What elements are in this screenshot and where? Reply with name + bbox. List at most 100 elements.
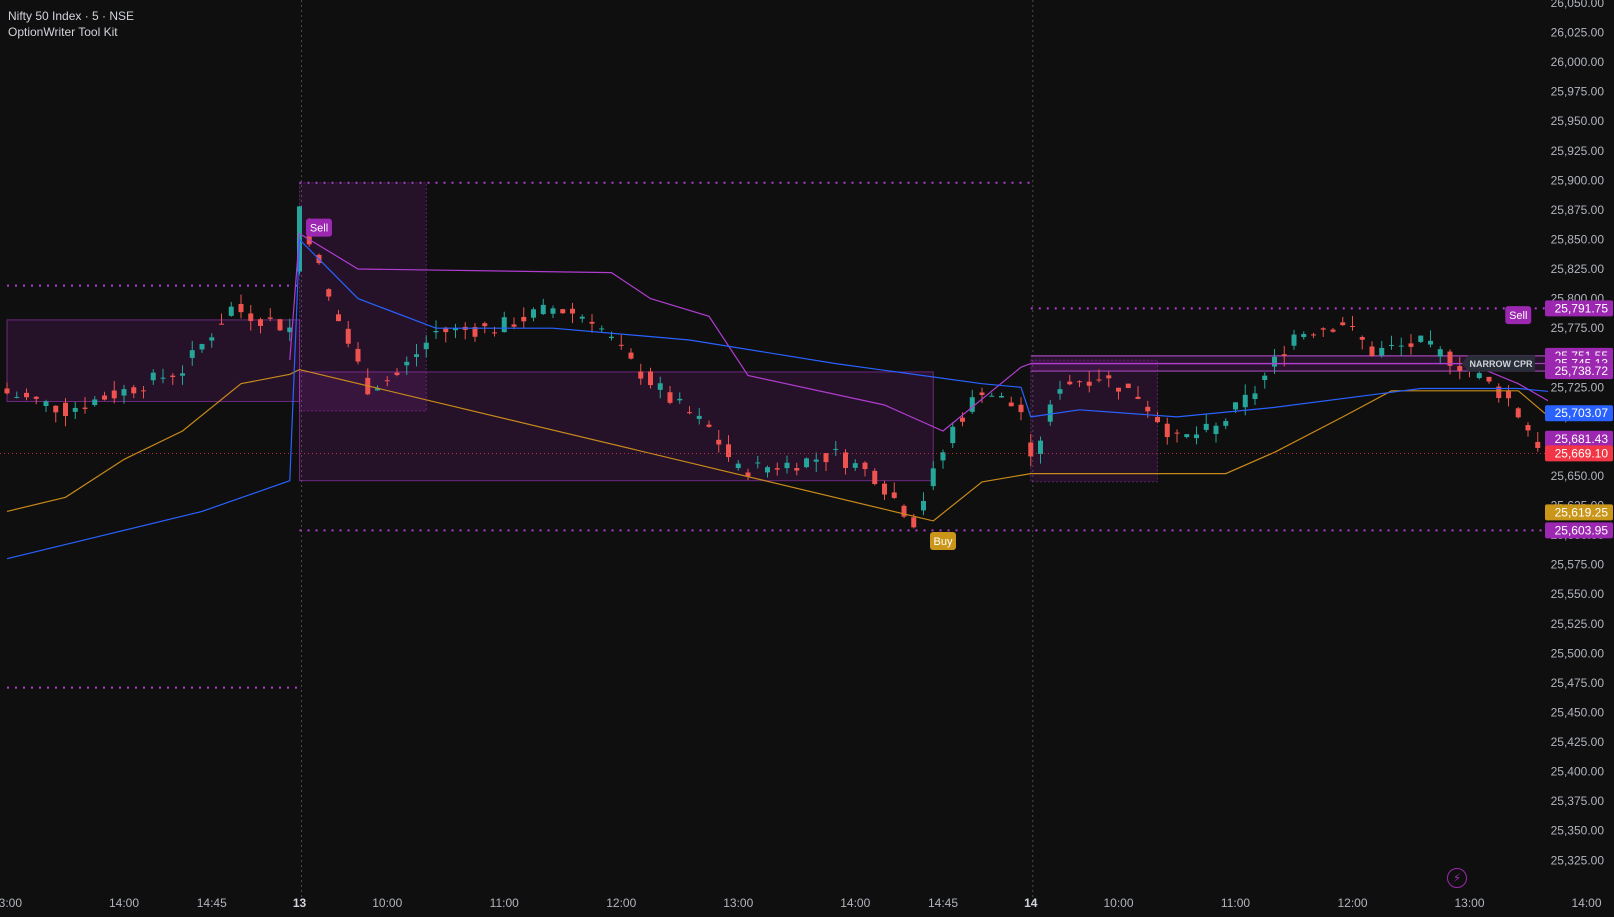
x-tick-label: 14:00 xyxy=(109,896,139,910)
candle-body xyxy=(248,313,254,321)
candle-body xyxy=(862,462,868,470)
chart-legend: Nifty 50 Index · 5 · NSE OptionWriter To… xyxy=(8,8,134,40)
candle-body xyxy=(657,383,663,390)
candle-body xyxy=(1457,366,1463,371)
y-tick-label: 25,550.00 xyxy=(1551,587,1605,601)
candle-body xyxy=(24,392,29,398)
price-tag: 25,619.25 xyxy=(1545,504,1613,521)
candle-body xyxy=(1418,335,1424,342)
candle-body xyxy=(1486,376,1492,382)
candle-body xyxy=(404,361,410,366)
candle-body xyxy=(1252,393,1258,400)
candle-body xyxy=(726,444,731,458)
candle-body xyxy=(1184,434,1190,438)
signal-label: Sell xyxy=(310,223,328,235)
candle-body xyxy=(1018,404,1024,413)
candle-body xyxy=(14,396,20,398)
candle-body xyxy=(716,439,722,445)
candle-body xyxy=(891,492,897,498)
range-box xyxy=(6,319,300,402)
candle-body xyxy=(794,468,800,471)
candle-body xyxy=(609,336,614,338)
candle-body xyxy=(599,328,605,330)
y-tick-label: 25,325.00 xyxy=(1551,853,1605,867)
candle-body xyxy=(1408,343,1414,347)
candle-body xyxy=(979,392,985,396)
price-tag-label: 25,791.75 xyxy=(1555,301,1609,315)
price-tag-label: 25,681.43 xyxy=(1555,432,1609,446)
candle-body xyxy=(1164,423,1170,438)
narrow-cpr-text: NARROW CPR xyxy=(1470,359,1533,369)
y-tick-label: 25,350.00 xyxy=(1551,824,1605,838)
candle-body xyxy=(1535,441,1541,448)
candle-body xyxy=(1067,381,1073,385)
candle-body xyxy=(813,459,819,462)
candle-body xyxy=(170,375,176,378)
candle-body xyxy=(72,407,78,412)
candle-body xyxy=(774,468,780,470)
candle-body xyxy=(1379,347,1385,356)
y-tick-label: 26,050.00 xyxy=(1551,0,1605,10)
candle-body xyxy=(228,306,234,316)
candle-body xyxy=(336,314,341,322)
candle-body xyxy=(1086,381,1092,386)
range-box xyxy=(299,371,934,482)
candle-body xyxy=(1281,354,1287,356)
candle-body xyxy=(521,316,527,322)
candle-body xyxy=(1203,423,1209,430)
candle-body xyxy=(1008,402,1014,407)
symbol-title[interactable]: Nifty 50 Index · 5 · NSE xyxy=(8,8,134,24)
candle-body xyxy=(33,396,39,399)
indicator-title[interactable]: OptionWriter Tool Kit xyxy=(8,24,134,40)
candle-body xyxy=(1223,421,1229,426)
candle-body xyxy=(43,401,49,406)
y-tick-label: 25,775.00 xyxy=(1551,321,1605,335)
candle-body xyxy=(1272,356,1277,367)
candle-body xyxy=(969,397,975,412)
candle-body xyxy=(1135,396,1141,399)
candle-body xyxy=(618,344,624,346)
price-tag: 25,681.43 xyxy=(1545,430,1613,447)
lightning-icon[interactable]: ⚡ xyxy=(1447,868,1467,888)
candle-body xyxy=(999,395,1004,398)
candle-body xyxy=(1125,383,1131,388)
x-tick-label: 10:00 xyxy=(1103,896,1133,910)
candle-body xyxy=(579,316,585,319)
candle-body xyxy=(1174,432,1180,434)
candle-body xyxy=(209,337,215,341)
y-tick-label: 25,975.00 xyxy=(1551,85,1605,99)
candle-body xyxy=(706,424,712,427)
candle-body xyxy=(189,350,195,358)
candle-body xyxy=(628,352,634,359)
candle-body xyxy=(1262,375,1268,381)
candle-body xyxy=(423,342,429,350)
y-tick-label: 25,525.00 xyxy=(1551,617,1605,631)
candle-body xyxy=(765,467,770,473)
price-tag-label: 25,619.25 xyxy=(1555,505,1609,519)
candle-body xyxy=(1077,381,1082,383)
candle-body xyxy=(1330,329,1336,332)
candle-body xyxy=(677,398,683,401)
price-tag-label: 25,738.72 xyxy=(1555,364,1609,378)
x-tick-label: 14 xyxy=(1024,896,1038,910)
price-tag: 25,738.72 xyxy=(1545,363,1613,380)
x-tick-label: 14:00 xyxy=(840,896,870,910)
price-chart[interactable]: SellBuySellBuyNARROW CPR26,050.0026,025.… xyxy=(0,0,1614,917)
candle-body xyxy=(1515,408,1521,418)
candle-body xyxy=(394,372,400,376)
candle-body xyxy=(121,389,127,396)
candle-body xyxy=(111,390,117,399)
candle-body xyxy=(560,309,566,314)
candle-body xyxy=(531,309,536,318)
candle-body xyxy=(238,303,244,313)
candle-body xyxy=(1028,442,1034,457)
candle-body xyxy=(267,317,273,319)
x-tick-label: 12:00 xyxy=(606,896,636,910)
y-tick-label: 25,950.00 xyxy=(1551,114,1605,128)
y-tick-label: 25,475.00 xyxy=(1551,676,1605,690)
candle-body xyxy=(1350,325,1355,327)
signal-sell: Sell xyxy=(306,218,332,237)
candle-body xyxy=(150,372,156,381)
candle-body xyxy=(755,462,761,464)
candle-body xyxy=(92,399,98,406)
